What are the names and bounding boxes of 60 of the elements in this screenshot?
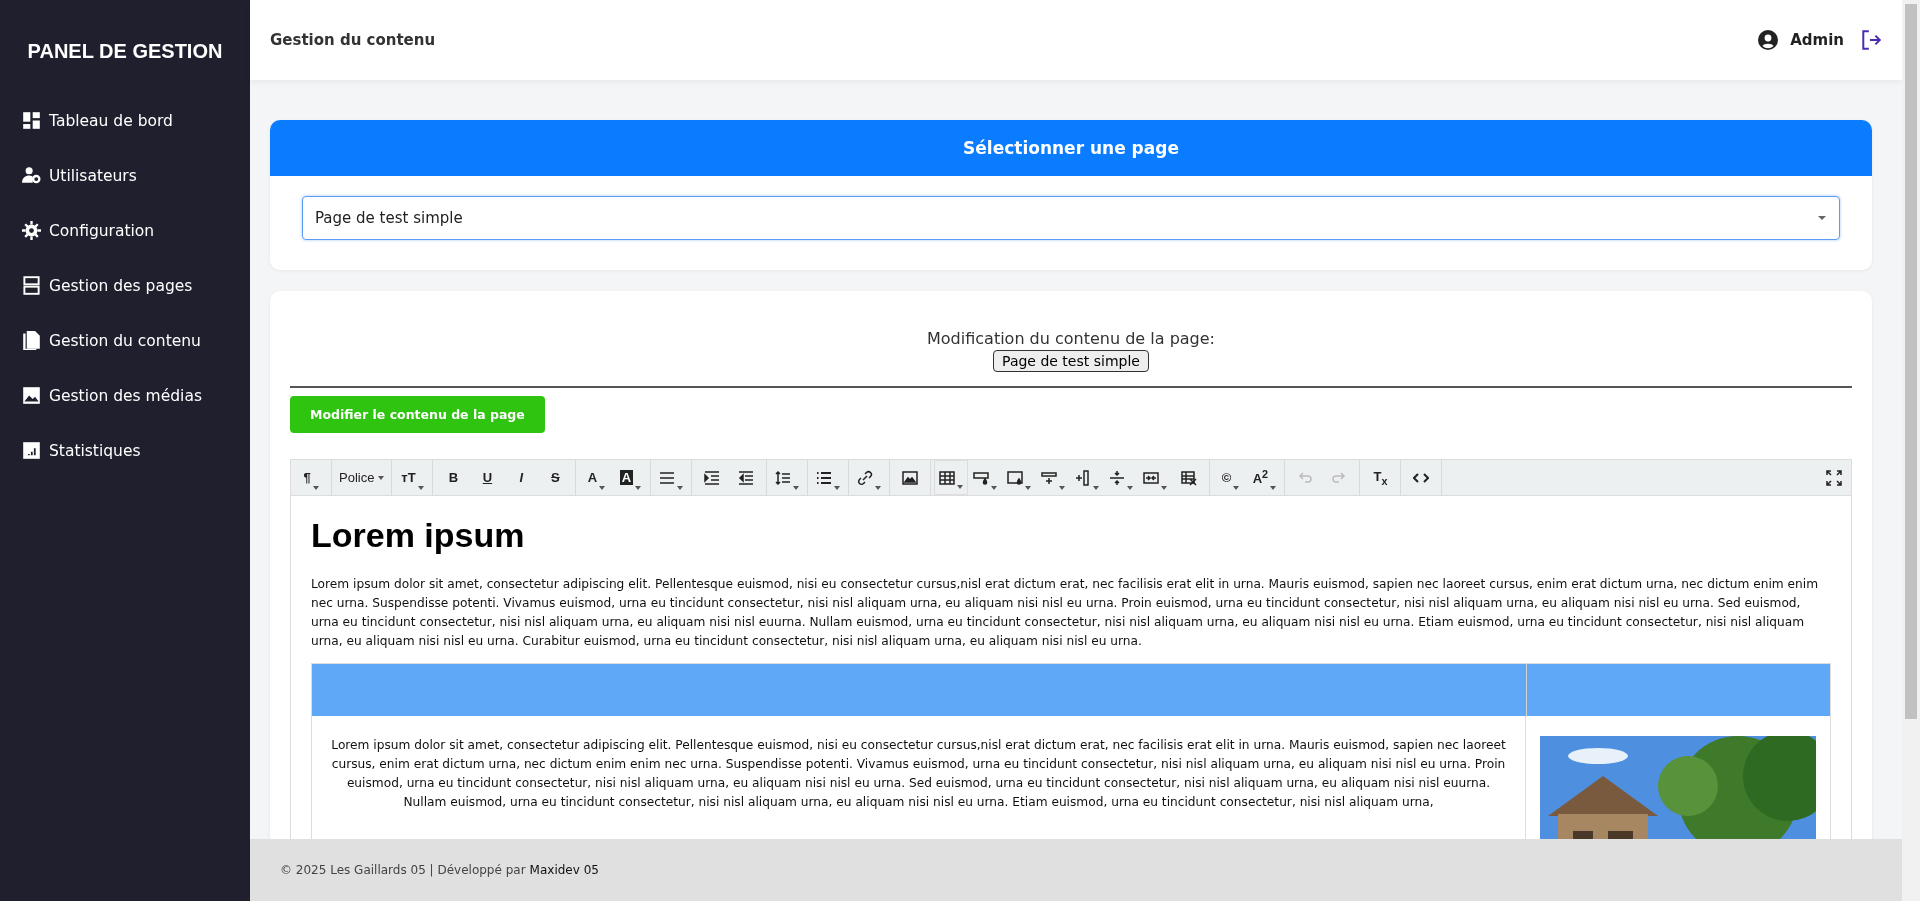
file-icon [22, 331, 41, 350]
table-cell-text: Lorem ipsum dolor sit amet, consectetur adipiscing elit. Pellentesque euismod, nisi eu consectetur cursus,nisl erat dictum erat, nec facilisis erat elit in urna. Mauris euismod, sapien nec laoreet cursus, enim erat dictum urna, nec dictum enim enim nec urna. Suspendisse potenti. Vivamus euismod, urna eu tincidunt consectetur, nisi nisl aliquam urna, eu aliquam nisi nisl eu urna. Proin euismod, urna eu tincidunt consectetur, nisi nisl aliquam urna, eu aliquam nisi nisl eu urna. Sed euismod, urna eu tincidunt consectetur, nisi nisl aliquam urna, eu aliquam nisi nisl euurna. Nullam euismod, urna eu tincidunt consectetur, nisi nisl aliquam urna, eu aliquam nisi nisl eu urna. Etiam euismod, urna eu tincidunt consectetur, nisi nisl aliquam urna, [330, 737, 1507, 811]
bullet-list-icon [816, 469, 833, 486]
sidebar-item[interactable]: Gestion des médias [0, 368, 250, 423]
user-name: Admin [1790, 31, 1844, 49]
stats-icon [22, 441, 41, 460]
user-avatar-icon [1758, 30, 1779, 50]
font-dropdown[interactable]: Police [335, 460, 389, 495]
format-button[interactable]: A [613, 460, 648, 495]
format-button[interactable]: T$_{x}$ [1363, 460, 1398, 495]
image-icon [902, 469, 919, 486]
editor-caption: Modification du contenu de la page: [926, 329, 1216, 348]
align-icon [659, 469, 676, 486]
content-paragraph: Lorem ipsum dolor sit amet, consectetur adipiscing elit. Pellentesque euismod, nisi eu consectetur cursus,nisl erat dictum erat, nec facilisis erat elit in urna. Mauris euismod, sapien nec laoreet cursus, enim erat dictum urna, nec dictum enim enim nec urna. Suspendisse potenti. Vivamus euismod, urna eu tincidunt consectetur, nisi nisl aliquam urna, eu aliquam nisi nisl eu urna. Proin euismod, urna eu tincidunt consectetur, nisi nisl aliquam urna, eu aliquam nisi nisl eu urna. Sed euismod, urna eu tincidunt consectetur, nisi nisl aliquam urna, eu aliquam nisi nisl euurna. Nullam euismod, urna eu tincidunt consectetur, nisi nisl aliquam urna, eu aliquam nisi nisl eu urna. Etiam euismod, urna eu tincidunt consectetur, nisi nisl aliquam urna, eu aliquam nisi nisl eu urna. Curabitur euismod, urna eu tincidunt consectetur, nisi nisl aliquam urna, eu aliquam nisi nisl eu urna. [311, 576, 1820, 650]
gear-icon [22, 221, 41, 240]
content-heading: Lorem ipsum [311, 516, 526, 555]
indent-icon [704, 469, 721, 486]
table-style-icon [973, 469, 990, 486]
format-button[interactable]: A$^{2}$ [1247, 460, 1282, 495]
outdent-icon [738, 469, 755, 486]
page-title: Gestion du contenu [270, 31, 436, 49]
toolbar-button[interactable] [934, 460, 969, 495]
logout-icon[interactable] [1860, 29, 1882, 51]
users-icon [22, 166, 41, 185]
undo-icon [1297, 469, 1314, 486]
insert-row-icon [1041, 469, 1058, 486]
page-select[interactable]: Page de test simple [302, 196, 1840, 240]
format-button[interactable]: S [538, 460, 573, 495]
redo-icon [1331, 469, 1348, 486]
format-button[interactable]: A [579, 460, 614, 495]
dashboard-icon [22, 111, 41, 130]
line-height-icon [775, 469, 792, 486]
author-link[interactable]: Maxidev 05 [529, 863, 599, 877]
sidebar-item[interactable]: Tableau de bord [0, 93, 250, 148]
delete-table-icon [1181, 469, 1198, 486]
sidebar-item[interactable]: Configuration [0, 203, 250, 258]
image-icon [22, 386, 41, 405]
table-icon [939, 469, 956, 486]
scrollbar[interactable] [1902, 0, 1920, 901]
format-button[interactable]: I [504, 460, 539, 495]
format-button[interactable]: © [1213, 460, 1248, 495]
sidebar-item[interactable]: Utilisateurs [0, 148, 250, 203]
footer-text: © 2025 Les Gaillards 05 | Développé par [280, 863, 526, 877]
format-button[interactable]: ¶ [294, 460, 328, 495]
caret-icon [1817, 215, 1827, 221]
insert-column-icon [1075, 469, 1092, 486]
page-name-tag: Page de test simple [993, 350, 1149, 372]
link-icon [857, 469, 874, 486]
sidebar-item[interactable]: Gestion du contenu [0, 313, 250, 368]
split-icon [1109, 469, 1126, 486]
merge-icon [1143, 469, 1160, 486]
format-button[interactable]: B [436, 460, 471, 495]
sidebar-item[interactable]: Statistiques [0, 423, 250, 478]
pages-icon [22, 276, 41, 295]
sidebar-item[interactable]: Gestion des pages [0, 258, 250, 313]
sidebar-title: PANEL DE GESTION [26, 39, 224, 64]
format-button[interactable]: U [470, 460, 505, 495]
cell-style-icon [1007, 469, 1024, 486]
format-button[interactable]: тT [395, 460, 430, 495]
card-header: Sélectionner une page [270, 120, 1872, 176]
